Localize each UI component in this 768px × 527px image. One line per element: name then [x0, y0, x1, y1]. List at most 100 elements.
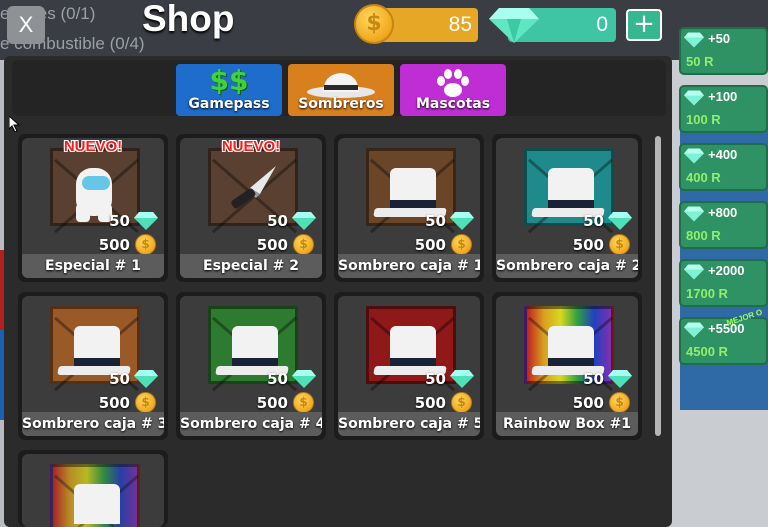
- gem-offer-price: 100 R: [686, 112, 721, 127]
- gem-price-value: 50: [583, 370, 604, 388]
- coin-icon: $: [354, 4, 394, 44]
- gem-offer-800[interactable]: +800 800 R: [679, 201, 768, 249]
- gem-icon: [684, 148, 704, 164]
- item-card-rainbow-box-1[interactable]: 50 500 $ Rainbow Box #1: [492, 292, 642, 440]
- gem-icon: [684, 32, 704, 48]
- tab-gamepass[interactable]: $$ Gamepass: [176, 64, 282, 116]
- coin-price-value: 500: [414, 236, 446, 254]
- gem-offer-price: 50 R: [686, 54, 714, 69]
- gem-offer-price: 800 R: [686, 228, 721, 243]
- coin-price-value: 500: [572, 236, 604, 254]
- item-card-sombrero-caja-1[interactable]: 50 500 $ Sombrero caja # 1: [334, 134, 484, 282]
- close-button[interactable]: X: [7, 6, 45, 44]
- gem-icon: [450, 370, 474, 388]
- coin-icon: $: [609, 392, 630, 413]
- fedora-hat-icon: [307, 73, 375, 98]
- item-name: Rainbow Box #1: [496, 412, 638, 436]
- tab-sombreros[interactable]: Sombreros: [288, 64, 394, 116]
- item-card-sombrero-caja-2[interactable]: 50 500 $ Sombrero caja # 2: [492, 134, 642, 282]
- coin-icon: $: [451, 392, 472, 413]
- new-badge: NUEVO!: [63, 138, 123, 155]
- tab-mascotas-label: Mascotas: [415, 96, 491, 112]
- paw-icon: [437, 69, 469, 97]
- gem-offer-amount: +100: [708, 89, 738, 104]
- scrollbar[interactable]: [655, 136, 661, 436]
- shop-panel: $$ Gamepass Sombreros Mascotas NUEVO! 50…: [4, 56, 672, 527]
- dollar-icon: $$: [209, 64, 249, 97]
- gem-icon: [684, 206, 704, 222]
- item-name: Especial # 1: [22, 254, 164, 278]
- gem-price-value: 50: [425, 370, 446, 388]
- new-badge: NUEVO!: [221, 138, 281, 155]
- hat-band: [74, 358, 120, 366]
- item-name: Sombrero caja # 2: [496, 254, 638, 278]
- page-title: Shop: [142, 0, 235, 39]
- gem-icon: [489, 8, 539, 43]
- coin-icon: $: [609, 234, 630, 255]
- hat-band: [390, 358, 436, 366]
- coin-price-value: 500: [572, 394, 604, 412]
- gem-price-value: 50: [267, 370, 288, 388]
- gem-icon: [292, 212, 316, 230]
- item-card-partial[interactable]: [18, 450, 168, 527]
- gem-price-value: 50: [583, 212, 604, 230]
- gem-price-value: 50: [425, 212, 446, 230]
- gem-price-value: 50: [267, 212, 288, 230]
- item-name: Sombrero caja # 3: [22, 412, 164, 436]
- add-gems-button[interactable]: +: [626, 9, 662, 41]
- gem-offer-100[interactable]: +100 100 R: [679, 85, 768, 133]
- coin-price-value: 500: [98, 394, 130, 412]
- gem-balance: 0: [596, 13, 608, 36]
- gem-offer-amount: +800: [708, 205, 738, 220]
- item-name: Sombrero caja # 5: [338, 412, 480, 436]
- item-card-especial-2[interactable]: NUEVO! 50 500 $ Especial # 2: [176, 134, 326, 282]
- gem-price-value: 50: [109, 212, 130, 230]
- coin-icon: $: [135, 392, 156, 413]
- item-card-sombrero-caja-4[interactable]: 50 500 $ Sombrero caja # 4: [176, 292, 326, 440]
- coin-price-value: 500: [98, 236, 130, 254]
- item-card-especial-1[interactable]: NUEVO! 50 500 $ Especial # 1: [18, 134, 168, 282]
- top-hat-icon: [74, 484, 120, 524]
- item-card-sombrero-caja-3[interactable]: 50 500 $ Sombrero caja # 3: [18, 292, 168, 440]
- gem-icon: [134, 370, 158, 388]
- coin-price-value: 500: [256, 236, 288, 254]
- gem-offer-5500[interactable]: +5500 4500 R: [679, 317, 768, 365]
- mouse-cursor-icon: [9, 116, 21, 132]
- coin-price-value: 500: [256, 394, 288, 412]
- gem-icon: [292, 370, 316, 388]
- gem-price-value: 50: [109, 370, 130, 388]
- gem-offer-2000[interactable]: +2000 1700 R: [679, 259, 768, 307]
- item-name: Especial # 2: [180, 254, 322, 278]
- item-name: Sombrero caja # 1: [338, 254, 480, 278]
- tab-sombreros-label: Sombreros: [298, 96, 384, 112]
- hat-band: [548, 200, 594, 208]
- gem-offer-amount: +50: [708, 31, 731, 46]
- coin-price-value: 500: [414, 394, 446, 412]
- hat-band: [548, 358, 594, 366]
- gem-offer-50[interactable]: +50 50 R: [679, 27, 768, 75]
- gem-offer-price: 1700 R: [686, 286, 728, 301]
- gem-icon: [134, 212, 158, 230]
- coin-icon: $: [451, 234, 472, 255]
- gem-offer-amount: +2000: [708, 263, 745, 278]
- gem-offer-amount: +400: [708, 147, 738, 162]
- gem-icon: [450, 212, 474, 230]
- gem-offer-400[interactable]: +400 400 R: [679, 143, 768, 191]
- hat-band: [232, 358, 278, 366]
- coin-icon: $: [293, 234, 314, 255]
- item-card-sombrero-caja-5[interactable]: 50 500 $ Sombrero caja # 5: [334, 292, 484, 440]
- item-name: Sombrero caja # 4: [180, 412, 322, 436]
- gem-icon: [608, 212, 632, 230]
- gem-offer-price: 400 R: [686, 170, 721, 185]
- gem-icon: [684, 90, 704, 106]
- tab-mascotas[interactable]: Mascotas: [400, 64, 506, 116]
- gem-icon: [608, 370, 632, 388]
- gem-icon: [684, 322, 704, 338]
- coin-balance: 85: [448, 13, 472, 36]
- gem-icon: [684, 264, 704, 280]
- coin-icon: $: [135, 234, 156, 255]
- tab-gamepass-label: Gamepass: [188, 96, 270, 112]
- hat-band: [390, 200, 436, 208]
- coin-icon: $: [293, 392, 314, 413]
- gem-offer-price: 4500 R: [686, 344, 728, 359]
